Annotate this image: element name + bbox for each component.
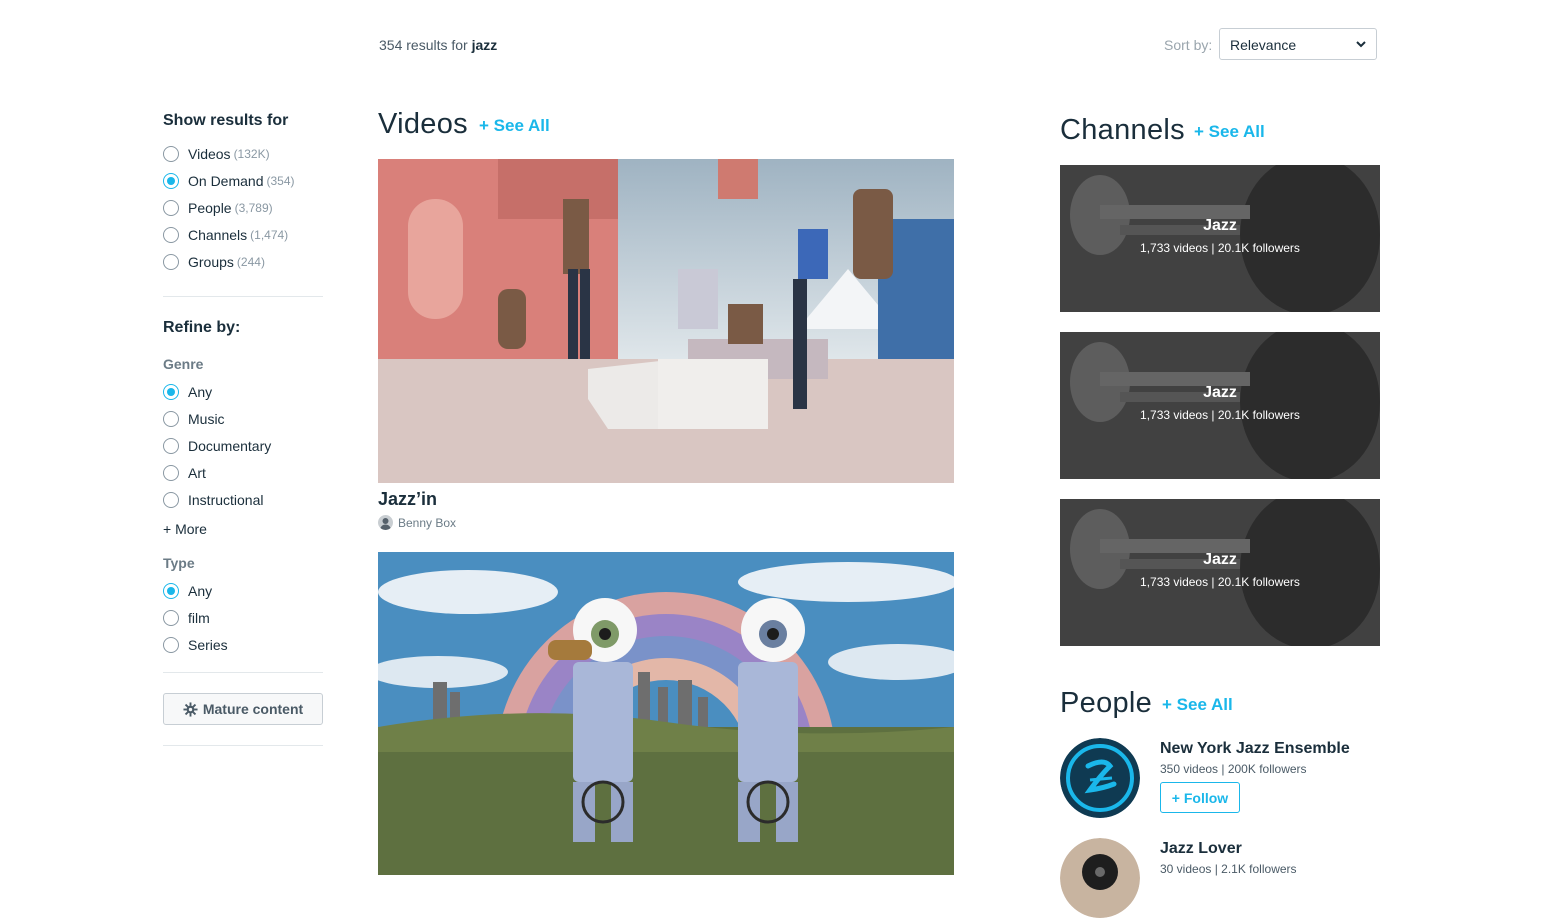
- channel-info: Jazz 1,733 videos | 20.1K followers: [1060, 217, 1380, 255]
- person-meta: 350 videos | 200K followers: [1160, 762, 1307, 776]
- results-query: jazz: [471, 37, 498, 53]
- genre-instructional[interactable]: Instructional: [163, 490, 263, 510]
- filter-label: On Demand: [188, 173, 264, 189]
- channel-meta: 1,733 videos | 20.1K followers: [1140, 408, 1300, 422]
- radio-icon: [163, 438, 179, 454]
- radio-icon: [163, 411, 179, 427]
- person-name[interactable]: New York Jazz Ensemble: [1160, 740, 1350, 758]
- genre-music[interactable]: Music: [163, 409, 225, 429]
- channel-card[interactable]: Jazz 1,733 videos | 20.1K followers: [1060, 165, 1380, 312]
- sort-label: Sort by:: [1164, 37, 1213, 53]
- filter-count: (1,474): [250, 228, 289, 242]
- genre-art[interactable]: Art: [163, 463, 206, 483]
- type-label: Series: [188, 637, 228, 653]
- genre-label: Art: [188, 465, 206, 481]
- channel-meta: 1,733 videos | 20.1K followers: [1140, 241, 1300, 255]
- radio-icon: [163, 146, 179, 162]
- user-avatar-icon: [378, 515, 393, 530]
- results-text: results for: [406, 37, 468, 53]
- filter-on-demand[interactable]: On Demand (354): [163, 171, 295, 191]
- radio-checked-icon: [163, 384, 179, 400]
- genre-label: Any: [188, 384, 213, 400]
- type-any[interactable]: Any: [163, 581, 212, 601]
- radio-icon: [163, 492, 179, 508]
- filter-count: (3,789): [234, 201, 273, 215]
- radio-icon: [163, 465, 179, 481]
- filter-label: Groups: [188, 254, 234, 270]
- type-heading: Type: [163, 555, 195, 571]
- channel-info: Jazz 1,733 videos | 20.1K followers: [1060, 384, 1380, 422]
- video-thumbnail[interactable]: [378, 552, 954, 875]
- type-series[interactable]: Series: [163, 635, 228, 655]
- radio-icon: [163, 610, 179, 626]
- person-avatar[interactable]: [1060, 838, 1140, 918]
- radio-icon: [163, 637, 179, 653]
- channel-card[interactable]: Jazz 1,733 videos | 20.1K followers: [1060, 332, 1380, 479]
- type-label: film: [188, 610, 210, 626]
- chevron-down-icon: [1356, 41, 1366, 48]
- videos-heading: Videos: [378, 108, 468, 140]
- radio-checked-icon: [163, 583, 179, 599]
- channel-info: Jazz 1,733 videos | 20.1K followers: [1060, 551, 1380, 589]
- channel-name: Jazz: [1203, 217, 1237, 234]
- channels-see-all-link[interactable]: + See All: [1194, 122, 1265, 142]
- genre-label: Documentary: [188, 438, 272, 454]
- filter-label: Videos: [188, 146, 231, 162]
- filter-channels[interactable]: Channels (1,474): [163, 225, 288, 245]
- filter-videos[interactable]: Videos (132K): [163, 144, 270, 164]
- channel-name: Jazz: [1203, 384, 1237, 401]
- mature-content-button[interactable]: Mature content: [163, 693, 323, 725]
- radio-icon: [163, 227, 179, 243]
- mature-content-label: Mature content: [202, 701, 304, 717]
- genre-label: Instructional: [188, 492, 264, 508]
- divider: [163, 296, 323, 297]
- show-results-heading: Show results for: [163, 112, 289, 129]
- genre-any[interactable]: Any: [163, 382, 212, 402]
- channel-card[interactable]: Jazz 1,733 videos | 20.1K followers: [1060, 499, 1380, 646]
- filter-count: (132K): [233, 147, 270, 161]
- gear-icon: [183, 701, 198, 717]
- filter-count: (244): [236, 255, 265, 269]
- sort-select-value: Relevance: [1230, 37, 1297, 53]
- filter-groups[interactable]: Groups (244): [163, 252, 265, 272]
- videos-see-all-link[interactable]: + See All: [479, 116, 550, 136]
- genre-documentary[interactable]: Documentary: [163, 436, 271, 456]
- channel-meta: 1,733 videos | 20.1K followers: [1140, 575, 1300, 589]
- person-meta: 30 videos | 2.1K followers: [1160, 862, 1297, 876]
- video-thumbnail-image: [378, 159, 954, 483]
- video-author-name: Benny Box: [398, 515, 457, 530]
- genre-label: Music: [188, 411, 225, 427]
- type-film[interactable]: film: [163, 608, 210, 628]
- sort-select[interactable]: Relevance: [1219, 28, 1377, 60]
- radio-icon: [163, 200, 179, 216]
- video-thumbnail[interactable]: [378, 159, 954, 483]
- filter-people[interactable]: People (3,789): [163, 198, 273, 218]
- divider: [163, 745, 323, 746]
- people-see-all-link[interactable]: + See All: [1162, 695, 1233, 715]
- radio-checked-icon: [163, 173, 179, 189]
- results-summary: 354 results for jazz: [379, 37, 497, 53]
- video-author[interactable]: Benny Box: [378, 515, 456, 530]
- refine-heading: Refine by:: [163, 319, 241, 336]
- person-name[interactable]: Jazz Lover: [1160, 840, 1242, 858]
- channels-heading: Channels: [1060, 114, 1185, 146]
- video-title[interactable]: Jazz’in: [378, 489, 437, 510]
- more-genres-link[interactable]: + More: [163, 521, 207, 537]
- brand-logo-icon: [1060, 738, 1140, 818]
- type-label: Any: [188, 583, 213, 599]
- filter-label: Channels: [188, 227, 248, 243]
- video-thumbnail-image: [378, 552, 954, 875]
- results-count: 354: [379, 37, 403, 53]
- vinyl-record-icon: [1060, 838, 1140, 918]
- genre-heading: Genre: [163, 356, 204, 372]
- filter-label: People: [188, 200, 232, 216]
- people-heading: People: [1060, 687, 1153, 719]
- radio-icon: [163, 254, 179, 270]
- person-avatar[interactable]: [1060, 738, 1140, 818]
- filter-count: (354): [266, 174, 295, 188]
- channel-name: Jazz: [1203, 551, 1237, 568]
- follow-button[interactable]: + Follow: [1160, 782, 1240, 813]
- divider: [163, 672, 323, 673]
